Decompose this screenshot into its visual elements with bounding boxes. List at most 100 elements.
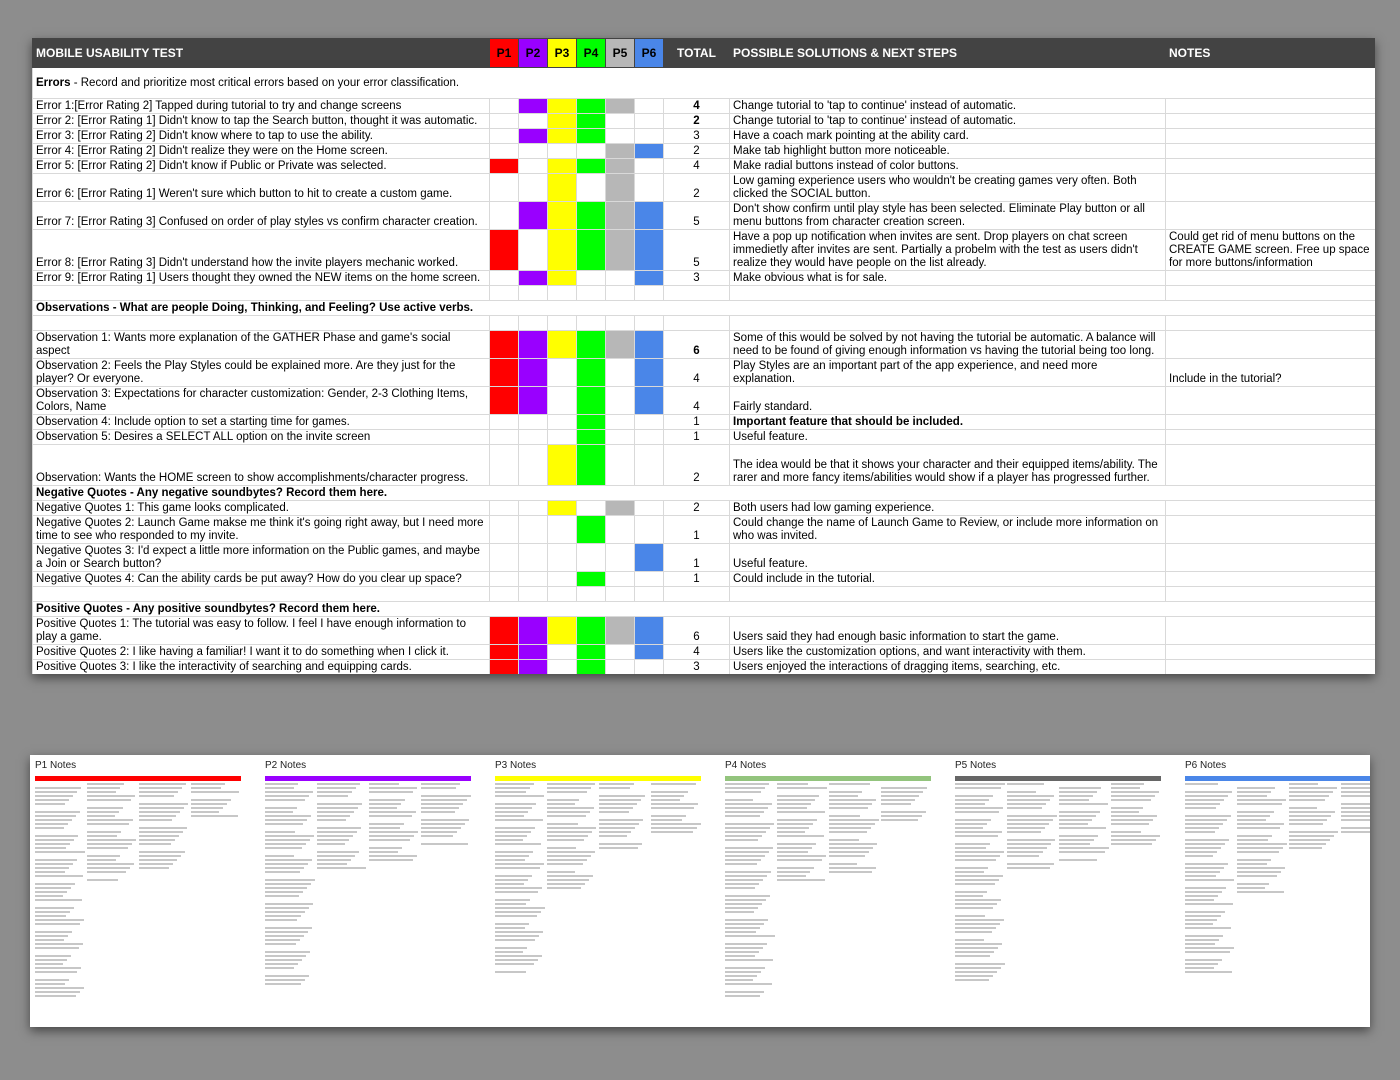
empty-cell[interactable] (634, 315, 664, 331)
header-p2[interactable]: P2 (518, 38, 548, 68)
mark-p2[interactable] (518, 330, 548, 359)
mark-p3[interactable] (547, 444, 577, 486)
mark-p2[interactable] (518, 270, 548, 286)
mark-p1[interactable] (489, 330, 519, 359)
finding-cell[interactable]: Negative Quotes 4: Can the ability cards… (32, 571, 490, 587)
total-cell[interactable]: 5 (663, 229, 730, 271)
mark-p1[interactable] (489, 429, 519, 445)
mark-p6[interactable] (634, 414, 664, 430)
header-p1[interactable]: P1 (489, 38, 519, 68)
solution-cell[interactable]: Could include in the tutorial. (729, 571, 1166, 587)
mark-p2[interactable] (518, 616, 548, 645)
mark-p6[interactable] (634, 158, 664, 174)
mark-p3[interactable] (547, 644, 577, 660)
solution-cell[interactable]: Have a pop up notification when invites … (729, 229, 1166, 271)
solution-cell[interactable]: Don't show confirm until play style has … (729, 201, 1166, 230)
total-cell[interactable]: 5 (663, 201, 730, 230)
mark-p5[interactable] (605, 659, 635, 674)
mark-p2[interactable] (518, 444, 548, 486)
note-cell[interactable] (1165, 500, 1375, 516)
empty-cell[interactable] (1165, 586, 1375, 602)
note-cell[interactable] (1165, 616, 1375, 645)
section-heading-cell[interactable]: Negative Quotes - Any negative soundbyte… (32, 485, 1375, 501)
mark-p4[interactable] (576, 98, 606, 114)
mark-p3[interactable] (547, 429, 577, 445)
finding-cell[interactable]: Positive Quotes 2: I like having a famil… (32, 644, 490, 660)
empty-cell[interactable] (32, 586, 490, 602)
empty-cell[interactable] (489, 285, 519, 301)
mark-p3[interactable] (547, 414, 577, 430)
total-cell[interactable]: 4 (663, 386, 730, 415)
finding-cell[interactable]: Observation 4: Include option to set a s… (32, 414, 490, 430)
mark-p3[interactable] (547, 330, 577, 359)
finding-cell[interactable]: Observation 2: Feels the Play Styles cou… (32, 358, 490, 387)
mark-p4[interactable] (576, 358, 606, 387)
note-cell[interactable] (1165, 444, 1375, 486)
empty-cell[interactable] (547, 285, 577, 301)
section-heading-cell[interactable]: Positive Quotes - Any positive soundbyte… (32, 601, 1375, 617)
empty-cell[interactable] (729, 586, 1166, 602)
empty-cell[interactable] (663, 586, 730, 602)
solution-cell[interactable]: Make radial buttons instead of color but… (729, 158, 1166, 174)
finding-cell[interactable]: Error 2: [Error Rating 1] Didn't know to… (32, 113, 490, 129)
mark-p6[interactable] (634, 173, 664, 202)
mark-p1[interactable] (489, 500, 519, 516)
mark-p5[interactable] (605, 173, 635, 202)
note-cell[interactable] (1165, 143, 1375, 159)
solution-cell[interactable]: Play Styles are an important part of the… (729, 358, 1166, 387)
solution-cell[interactable]: Low gaming experience users who wouldn't… (729, 173, 1166, 202)
mark-p4[interactable] (576, 543, 606, 572)
mark-p3[interactable] (547, 128, 577, 144)
mark-p5[interactable] (605, 571, 635, 587)
mark-p4[interactable] (576, 386, 606, 415)
mark-p3[interactable] (547, 229, 577, 271)
note-cell[interactable]: Include in the tutorial? (1165, 358, 1375, 387)
finding-cell[interactable]: Negative Quotes 2: Launch Game makse me … (32, 515, 490, 544)
mark-p1[interactable] (489, 229, 519, 271)
mark-p6[interactable] (634, 429, 664, 445)
mark-p6[interactable] (634, 644, 664, 660)
solution-cell[interactable]: Important feature that should be include… (729, 414, 1166, 430)
empty-cell[interactable] (634, 285, 664, 301)
finding-cell[interactable]: Error 9: [Error Rating 1] Users thought … (32, 270, 490, 286)
mark-p6[interactable] (634, 500, 664, 516)
mark-p1[interactable] (489, 659, 519, 674)
finding-cell[interactable]: Negative Quotes 1: This game looks compl… (32, 500, 490, 516)
section-heading-cell[interactable]: Errors - Record and prioritize most crit… (32, 67, 1375, 99)
empty-cell[interactable] (547, 315, 577, 331)
mark-p2[interactable] (518, 158, 548, 174)
mark-p2[interactable] (518, 515, 548, 544)
mark-p1[interactable] (489, 414, 519, 430)
mark-p3[interactable] (547, 173, 577, 202)
note-cell[interactable] (1165, 414, 1375, 430)
mark-p4[interactable] (576, 113, 606, 129)
mark-p6[interactable] (634, 659, 664, 674)
note-cell[interactable] (1165, 113, 1375, 129)
header-notes[interactable]: NOTES (1165, 38, 1375, 68)
mark-p2[interactable] (518, 98, 548, 114)
mark-p2[interactable] (518, 143, 548, 159)
mark-p4[interactable] (576, 444, 606, 486)
mark-p2[interactable] (518, 201, 548, 230)
total-cell[interactable]: 4 (663, 358, 730, 387)
mark-p5[interactable] (605, 414, 635, 430)
mark-p4[interactable] (576, 201, 606, 230)
mark-p2[interactable] (518, 429, 548, 445)
empty-cell[interactable] (518, 315, 548, 331)
finding-cell[interactable]: Positive Quotes 1: The tutorial was easy… (32, 616, 490, 645)
mark-p1[interactable] (489, 571, 519, 587)
total-cell[interactable]: 3 (663, 659, 730, 674)
mark-p1[interactable] (489, 143, 519, 159)
empty-cell[interactable] (663, 315, 730, 331)
mark-p6[interactable] (634, 571, 664, 587)
note-cell[interactable]: Could get rid of menu buttons on the CRE… (1165, 229, 1375, 271)
mark-p6[interactable] (634, 515, 664, 544)
mark-p2[interactable] (518, 386, 548, 415)
total-cell[interactable]: 1 (663, 515, 730, 544)
mark-p4[interactable] (576, 571, 606, 587)
total-cell[interactable]: 1 (663, 414, 730, 430)
mark-p3[interactable] (547, 98, 577, 114)
empty-cell[interactable] (489, 315, 519, 331)
mark-p1[interactable] (489, 173, 519, 202)
empty-cell[interactable] (605, 586, 635, 602)
